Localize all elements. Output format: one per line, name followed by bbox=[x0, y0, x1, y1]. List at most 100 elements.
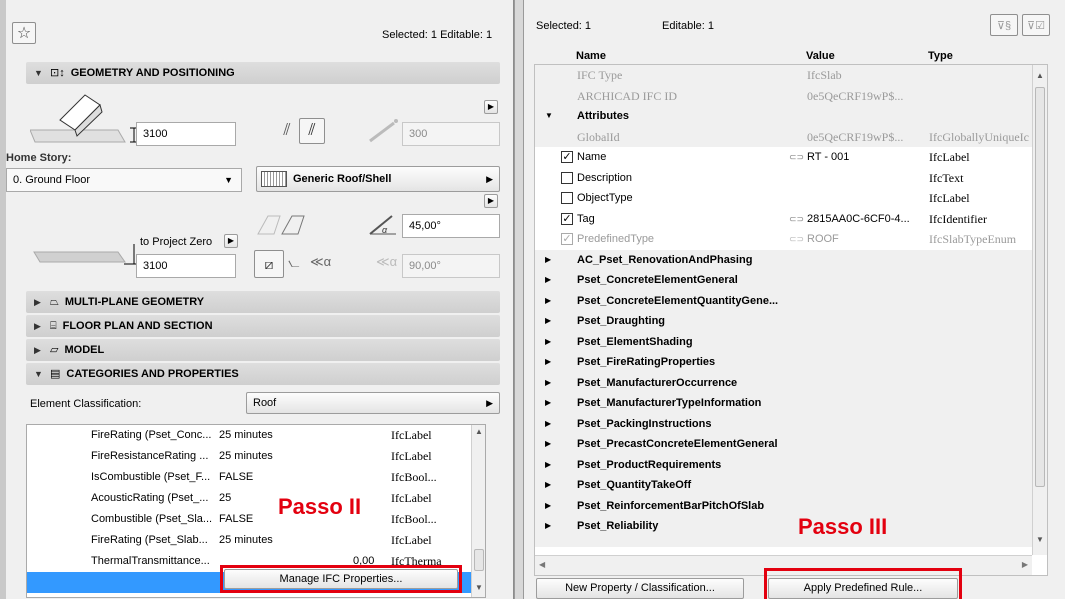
tree-row-pset[interactable]: ▶ Pset_ConcreteElementGeneral bbox=[535, 270, 1035, 291]
roof-plane-icons bbox=[257, 215, 305, 235]
favorites-star-button[interactable]: ☆ bbox=[12, 22, 36, 44]
property-row[interactable]: Combustible (Pset_Sla... FALSE IfcBool..… bbox=[27, 509, 485, 530]
property-row[interactable]: AcousticRating (Pset_... 25 IfcLabel bbox=[27, 488, 485, 509]
section-floorplan-header[interactable]: ▶ ⌸ FLOOR PLAN AND SECTION bbox=[26, 315, 500, 337]
tree-row-ifc-type[interactable]: IFC Type IfcSlab bbox=[535, 65, 1035, 86]
chevron-right-icon: ▶ bbox=[545, 275, 552, 284]
attribute-checkbox[interactable] bbox=[561, 171, 573, 184]
roof-thickness-diagram bbox=[30, 94, 138, 143]
geometry-icon: ⊡↕ bbox=[50, 67, 65, 79]
tree-row-pset[interactable]: ▶ Pset_ManufacturerTypeInformation bbox=[535, 393, 1035, 414]
offset-input[interactable]: 300 bbox=[402, 122, 500, 146]
roof-edge-type-selected-icon[interactable]: ⧄ bbox=[254, 250, 284, 278]
tree-row-pset[interactable]: ▶ Pset_ProductRequirements bbox=[535, 454, 1035, 475]
categories-icon: ▤ bbox=[50, 368, 61, 380]
model-icon: ⏥ bbox=[50, 344, 59, 356]
scroll-right-icon: ▶ bbox=[1021, 560, 1028, 569]
section-geometry-header[interactable]: ▼ ⊡↕ GEOMETRY AND POSITIONING bbox=[26, 62, 500, 84]
attribute-checkbox[interactable]: ✓ bbox=[561, 233, 573, 245]
expand-arrow-button[interactable]: ▶ bbox=[484, 100, 498, 114]
tree-row-pset[interactable]: ▶ Pset_ConcreteElementQuantityGene... bbox=[535, 290, 1035, 311]
new-property-classification-button[interactable]: New Property / Classification... bbox=[536, 578, 744, 599]
property-row[interactable]: IsCombustible (Pset_F... FALSE IfcBool..… bbox=[27, 467, 485, 488]
link-icon: ⊂⊃ bbox=[789, 213, 805, 224]
scroll-down-icon: ▼ bbox=[1036, 535, 1044, 544]
home-story-select[interactable]: 0. Ground Floor ▼ bbox=[6, 168, 242, 192]
project-zero-arrow-button[interactable]: ▶ bbox=[224, 234, 238, 248]
slope-edge-selected-icon[interactable]: ⫽ bbox=[299, 118, 325, 144]
tree-row-pset[interactable]: ▶ Pset_FireRatingProperties bbox=[535, 352, 1035, 373]
tree-row-archicad-ifc-id[interactable]: ARCHICAD IFC ID 0e5QeCRF19wP$... bbox=[535, 85, 1035, 106]
tree-row-attribute[interactable]: ObjectType IfcLabel bbox=[535, 188, 1035, 209]
element-classification-value: Roof bbox=[253, 397, 277, 409]
home-story-value: 0. Ground Floor bbox=[13, 174, 91, 186]
angle2-input[interactable]: 90,00° bbox=[402, 254, 500, 278]
chevron-right-icon: ▶ bbox=[34, 345, 41, 355]
chevron-right-icon: ▶ bbox=[486, 174, 493, 184]
tree-row-pset[interactable]: ▶ Pset_ReinforcementBarPitchOfSlab bbox=[535, 495, 1035, 516]
element-classification-select[interactable]: Roof ▶ bbox=[246, 392, 500, 414]
tree-row-attribute[interactable]: Description IfcText bbox=[535, 168, 1035, 189]
angle-input[interactable]: 45,00° bbox=[402, 214, 500, 238]
chevron-right-icon: ▶ bbox=[545, 336, 552, 346]
scroll-thumb[interactable] bbox=[474, 549, 484, 571]
property-list-scrollbar[interactable]: ▲ ▼ bbox=[471, 425, 485, 597]
column-header-type[interactable]: Type bbox=[928, 50, 953, 62]
column-header-value[interactable]: Value bbox=[806, 50, 835, 62]
roof-edge-type-3-icon[interactable]: ≪α bbox=[310, 254, 331, 270]
tree-row-pset[interactable]: ▶ Pset_ManufacturerOccurrence bbox=[535, 372, 1035, 393]
property-row[interactable]: FireRating (Pset_Conc... 25 minutes IfcL… bbox=[27, 425, 485, 446]
star-icon: ☆ bbox=[16, 25, 32, 42]
expand-arrow-button-2[interactable]: ▶ bbox=[484, 194, 498, 208]
filter-icon[interactable]: ⊽§ bbox=[990, 14, 1018, 36]
filter-checked-icon[interactable]: ⊽☑ bbox=[1022, 14, 1050, 36]
multiplane-icon: ⏢ bbox=[50, 296, 59, 308]
chevron-right-icon: ▶ bbox=[545, 398, 552, 407]
column-header-name[interactable]: Name bbox=[576, 50, 606, 62]
attribute-checkbox[interactable]: ✓ bbox=[561, 212, 573, 225]
tree-row-pset[interactable]: ▶ Pset_PackingInstructions bbox=[535, 413, 1035, 434]
chevron-right-icon: ▶ bbox=[34, 297, 41, 307]
section-categories-label: CATEGORIES AND PROPERTIES bbox=[66, 368, 239, 380]
tree-row-attribute[interactable]: ✓ Name ⊂⊃ RT - 001 IfcLabel bbox=[535, 147, 1035, 168]
home-story-label: Home Story: bbox=[6, 152, 72, 164]
section-multiplane-header[interactable]: ▶ ⏢ MULTI-PLANE GEOMETRY bbox=[26, 291, 500, 313]
scroll-up-icon: ▲ bbox=[1036, 71, 1044, 80]
tree-row-pset[interactable]: ▶ AC_Pset_RenovationAndPhasing bbox=[535, 249, 1035, 270]
scroll-thumb[interactable] bbox=[1035, 87, 1045, 487]
project-zero-input[interactable]: 3100 bbox=[136, 254, 236, 278]
tree-row-pset-partial[interactable] bbox=[535, 536, 1035, 547]
annotation-passo3: Passo III bbox=[798, 514, 888, 539]
section-categories-header[interactable]: ▼ ▤ CATEGORIES AND PROPERTIES bbox=[26, 363, 500, 385]
thickness-input[interactable]: 3100 bbox=[136, 122, 236, 146]
property-row[interactable]: FireResistanceRating ... 25 minutes IfcL… bbox=[27, 446, 485, 467]
attribute-checkbox[interactable]: ✓ bbox=[561, 151, 573, 163]
tree-row-attribute[interactable]: ✓ PredefinedType ⊂⊃ ROOF IfcSlabTypeEnum bbox=[535, 229, 1035, 250]
section-model-header[interactable]: ▶ ⏥ MODEL bbox=[26, 339, 500, 361]
slope-edge-icon[interactable]: ⫽ bbox=[274, 118, 300, 144]
annotation-passo2: Passo II bbox=[278, 494, 362, 519]
scroll-up-icon: ▲ bbox=[475, 427, 483, 436]
tree-row-pset[interactable]: ▶ Pset_ElementShading bbox=[535, 331, 1035, 352]
tree-vertical-scrollbar[interactable]: ▲ ▼ bbox=[1032, 65, 1047, 555]
element-classification-label: Element Classification: bbox=[30, 398, 142, 410]
tree-row-attributes[interactable]: ▼ Attributes bbox=[535, 106, 1035, 127]
chevron-right-icon: ▶ bbox=[545, 377, 552, 387]
panel-divider[interactable] bbox=[514, 0, 524, 599]
dropdown-arrow-icon: ▼ bbox=[224, 175, 233, 185]
tree-row-attribute[interactable]: ✓ Tag ⊂⊃ 2815AA0C-6CF0-4... IfcIdentifie… bbox=[535, 209, 1035, 230]
building-material-button[interactable]: Generic Roof/Shell ▶ bbox=[256, 166, 500, 192]
tree-row-pset[interactable]: ▶ Pset_Draughting bbox=[535, 311, 1035, 332]
highlight-box-passo2 bbox=[220, 565, 462, 593]
chevron-right-icon: ▶ bbox=[545, 357, 552, 366]
section-floorplan-label: FLOOR PLAN AND SECTION bbox=[62, 320, 213, 332]
chevron-right-icon: ▶ bbox=[545, 500, 552, 510]
tree-row-attribute[interactable]: GlobalId 0e5QeCRF19wP$... IfcGloballyUni… bbox=[535, 126, 1035, 147]
roof-edge-type-2-icon[interactable]: ⦦ bbox=[288, 254, 300, 271]
selected-editable-status: Selected: 1 Editable: 1 bbox=[382, 29, 493, 41]
tree-row-pset[interactable]: ▶ Pset_QuantityTakeOff bbox=[535, 475, 1035, 496]
property-row[interactable]: FireRating (Pset_Slab... 25 minutes IfcL… bbox=[27, 530, 485, 551]
attribute-checkbox[interactable] bbox=[561, 192, 573, 204]
tree-row-pset[interactable]: ▶ Pset_Reliability bbox=[535, 516, 1035, 537]
tree-row-pset[interactable]: ▶ Pset_PrecastConcreteElementGeneral bbox=[535, 434, 1035, 455]
